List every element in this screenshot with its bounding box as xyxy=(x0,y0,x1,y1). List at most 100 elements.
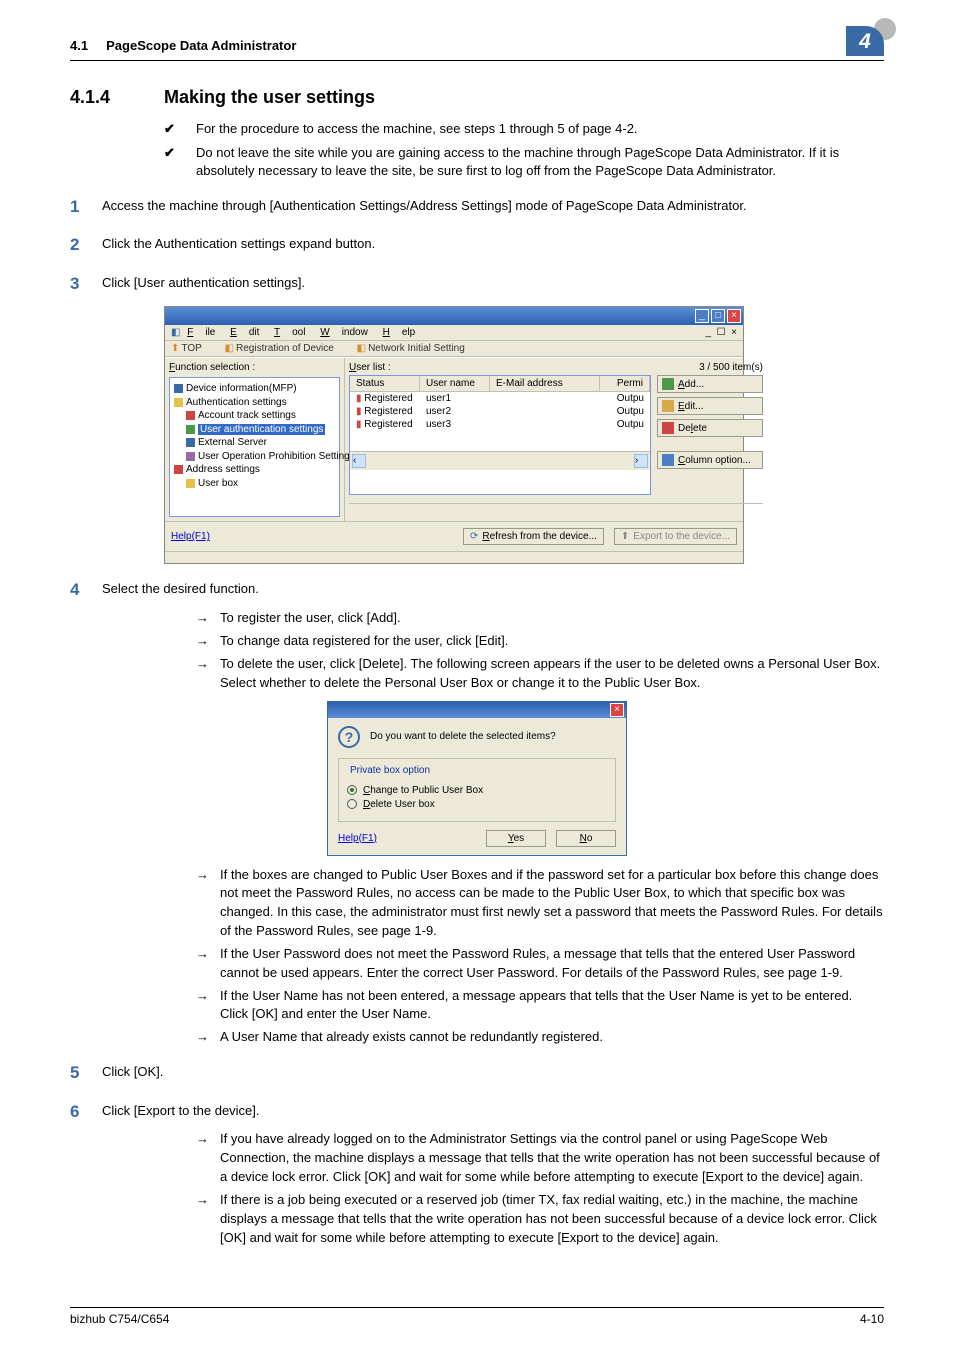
yes-button[interactable]: Yes xyxy=(486,830,546,847)
column-option-button[interactable]: Column option... xyxy=(657,451,763,469)
add-button[interactable]: Add... xyxy=(657,375,763,393)
check-icon: ✔ xyxy=(164,120,196,138)
col-permission[interactable]: Permi xyxy=(600,376,650,391)
menu-tool[interactable]: Tool xyxy=(274,327,305,338)
radio-change-public[interactable]: Change to Public User Box xyxy=(347,785,607,796)
menu-file[interactable]: File xyxy=(187,327,215,338)
status-bar xyxy=(165,551,743,563)
app-icon: ◧ xyxy=(171,327,180,338)
table-row[interactable]: ▮ Registered user3 Outpu xyxy=(350,418,650,431)
tab-top[interactable]: ⬆TOP xyxy=(171,343,212,354)
menu-help[interactable]: Help xyxy=(383,327,416,338)
delete-button[interactable]: Delete xyxy=(657,419,763,437)
titlebar: _ □ × xyxy=(165,307,743,325)
user-list-label: User list : xyxy=(349,362,391,373)
tree-auth-settings[interactable]: Authentication settings xyxy=(186,397,287,408)
fieldset-legend: Private box option xyxy=(347,765,433,776)
dialog-message: Do you want to delete the selected items… xyxy=(370,731,556,742)
tree-user-auth[interactable]: User authentication settings xyxy=(198,424,325,435)
col-email[interactable]: E-Mail address xyxy=(490,376,600,391)
page-header: 4.1 PageScope Data Administrator 4 xyxy=(70,34,884,61)
substep: →If there is a job being executed or a r… xyxy=(196,1191,884,1248)
arrow-icon: → xyxy=(196,1191,220,1248)
heading-text: Making the user settings xyxy=(164,87,375,108)
footer-page: 4-10 xyxy=(860,1312,884,1326)
substep: →If the boxes are changed to Public User… xyxy=(196,866,884,941)
step-text: Select the desired function. xyxy=(102,578,884,603)
refresh-button[interactable]: ⟳Refresh from the device... xyxy=(463,528,604,545)
check-icon: ✔ xyxy=(164,144,196,180)
no-button[interactable]: No xyxy=(556,830,616,847)
tree-view[interactable]: Device information(MFP) Authentication s… xyxy=(169,377,340,517)
step-4: 4 Select the desired function. xyxy=(70,578,884,603)
step-number: 6 xyxy=(70,1100,102,1125)
dialog-help-link[interactable]: Help(F1) xyxy=(338,833,377,844)
step-text: Access the machine through [Authenticati… xyxy=(102,195,884,220)
function-selection-label: Function selection : xyxy=(169,362,340,373)
table-row[interactable]: ▮ Registered user1 Outpu xyxy=(350,392,650,405)
tree-device-info[interactable]: Device information(MFP) xyxy=(186,383,297,394)
minimize-button[interactable]: _ xyxy=(695,309,709,323)
private-box-fieldset: Private box option Change to Public User… xyxy=(338,758,616,822)
tree-user-box[interactable]: User box xyxy=(198,478,238,489)
question-icon: ? xyxy=(338,726,360,748)
step-text: Click [User authentication settings]. xyxy=(102,272,884,297)
footer-model: bizhub C754/C654 xyxy=(70,1312,169,1326)
dialog-titlebar: × xyxy=(328,702,626,718)
arrow-icon: → xyxy=(196,632,220,651)
chapter-number: 4 xyxy=(846,30,884,54)
step-text: Click [Export to the device]. xyxy=(102,1100,884,1125)
tabstrip: ⬆TOP ◧Registration of Device ◧Network In… xyxy=(165,341,743,357)
col-status[interactable]: Status xyxy=(350,376,420,391)
tree-address-settings[interactable]: Address settings xyxy=(186,464,260,475)
check-item: ✔ For the procedure to access the machin… xyxy=(164,120,884,138)
step-number: 2 xyxy=(70,233,102,258)
arrow-icon: → xyxy=(196,609,220,628)
menu-window[interactable]: Window xyxy=(320,327,368,338)
step-3: 3 Click [User authentication settings]. xyxy=(70,272,884,297)
left-pane: Function selection : Device information(… xyxy=(165,358,345,521)
step-1: 1 Access the machine through [Authentica… xyxy=(70,195,884,220)
edit-button[interactable]: Edit... xyxy=(657,397,763,415)
heading-number: 4.1.4 xyxy=(70,87,164,108)
arrow-icon: → xyxy=(196,1028,220,1047)
header-section: 4.1 xyxy=(70,38,88,53)
confirm-dialog: × ? Do you want to delete the selected i… xyxy=(327,701,627,856)
tree-account-track[interactable]: Account track settings xyxy=(198,410,296,421)
side-buttons: Add... Edit... Delete Column option... xyxy=(651,375,763,495)
radio-icon xyxy=(347,785,357,795)
step-number: 1 xyxy=(70,195,102,220)
user-grid[interactable]: Status User name E-Mail address Permi ▮ … xyxy=(349,375,651,495)
arrow-icon: → xyxy=(196,945,220,983)
step-number: 3 xyxy=(70,272,102,297)
maximize-button[interactable]: □ xyxy=(711,309,725,323)
tab-registration[interactable]: ◧Registration of Device xyxy=(225,343,344,354)
radio-icon xyxy=(347,799,357,809)
grid-scrollbar[interactable]: ‹› xyxy=(350,451,650,470)
table-row[interactable]: ▮ Registered user2 Outpu xyxy=(350,405,650,418)
substep: →To register the user, click [Add]. xyxy=(196,609,884,628)
close-button[interactable]: × xyxy=(727,309,741,323)
tree-user-op-prohibit[interactable]: User Operation Prohibition Settings xyxy=(198,451,355,462)
dialog-close-button[interactable]: × xyxy=(610,703,624,717)
page-footer: bizhub C754/C654 4-10 xyxy=(70,1307,884,1326)
menubar: ◧ File Edit Tool Window Help _ ☐ × xyxy=(165,325,743,341)
bottom-bar: Help(F1) ⟳Refresh from the device... ⬆Ex… xyxy=(165,521,743,551)
step-5: 5 Click [OK]. xyxy=(70,1061,884,1086)
radio-delete-box[interactable]: Delete User box xyxy=(347,799,607,810)
check-text: For the procedure to access the machine,… xyxy=(196,120,884,138)
header-title: PageScope Data Administrator xyxy=(106,38,296,53)
tab-network[interactable]: ◧Network Initial Setting xyxy=(357,343,475,354)
arrow-icon: → xyxy=(196,655,220,693)
menu-edit[interactable]: Edit xyxy=(230,327,259,338)
substep: →If you have already logged on to the Ad… xyxy=(196,1130,884,1187)
help-link[interactable]: Help(F1) xyxy=(171,531,210,542)
export-button[interactable]: ⬆Export to the device... xyxy=(614,528,737,545)
substep: →A User Name that already exists cannot … xyxy=(196,1028,884,1047)
substep: →To delete the user, click [Delete]. The… xyxy=(196,655,884,693)
col-username[interactable]: User name xyxy=(420,376,490,391)
substep: →If the User Password does not meet the … xyxy=(196,945,884,983)
tree-external-server[interactable]: External Server xyxy=(198,437,267,448)
arrow-icon: → xyxy=(196,987,220,1025)
arrow-icon: → xyxy=(196,1130,220,1187)
